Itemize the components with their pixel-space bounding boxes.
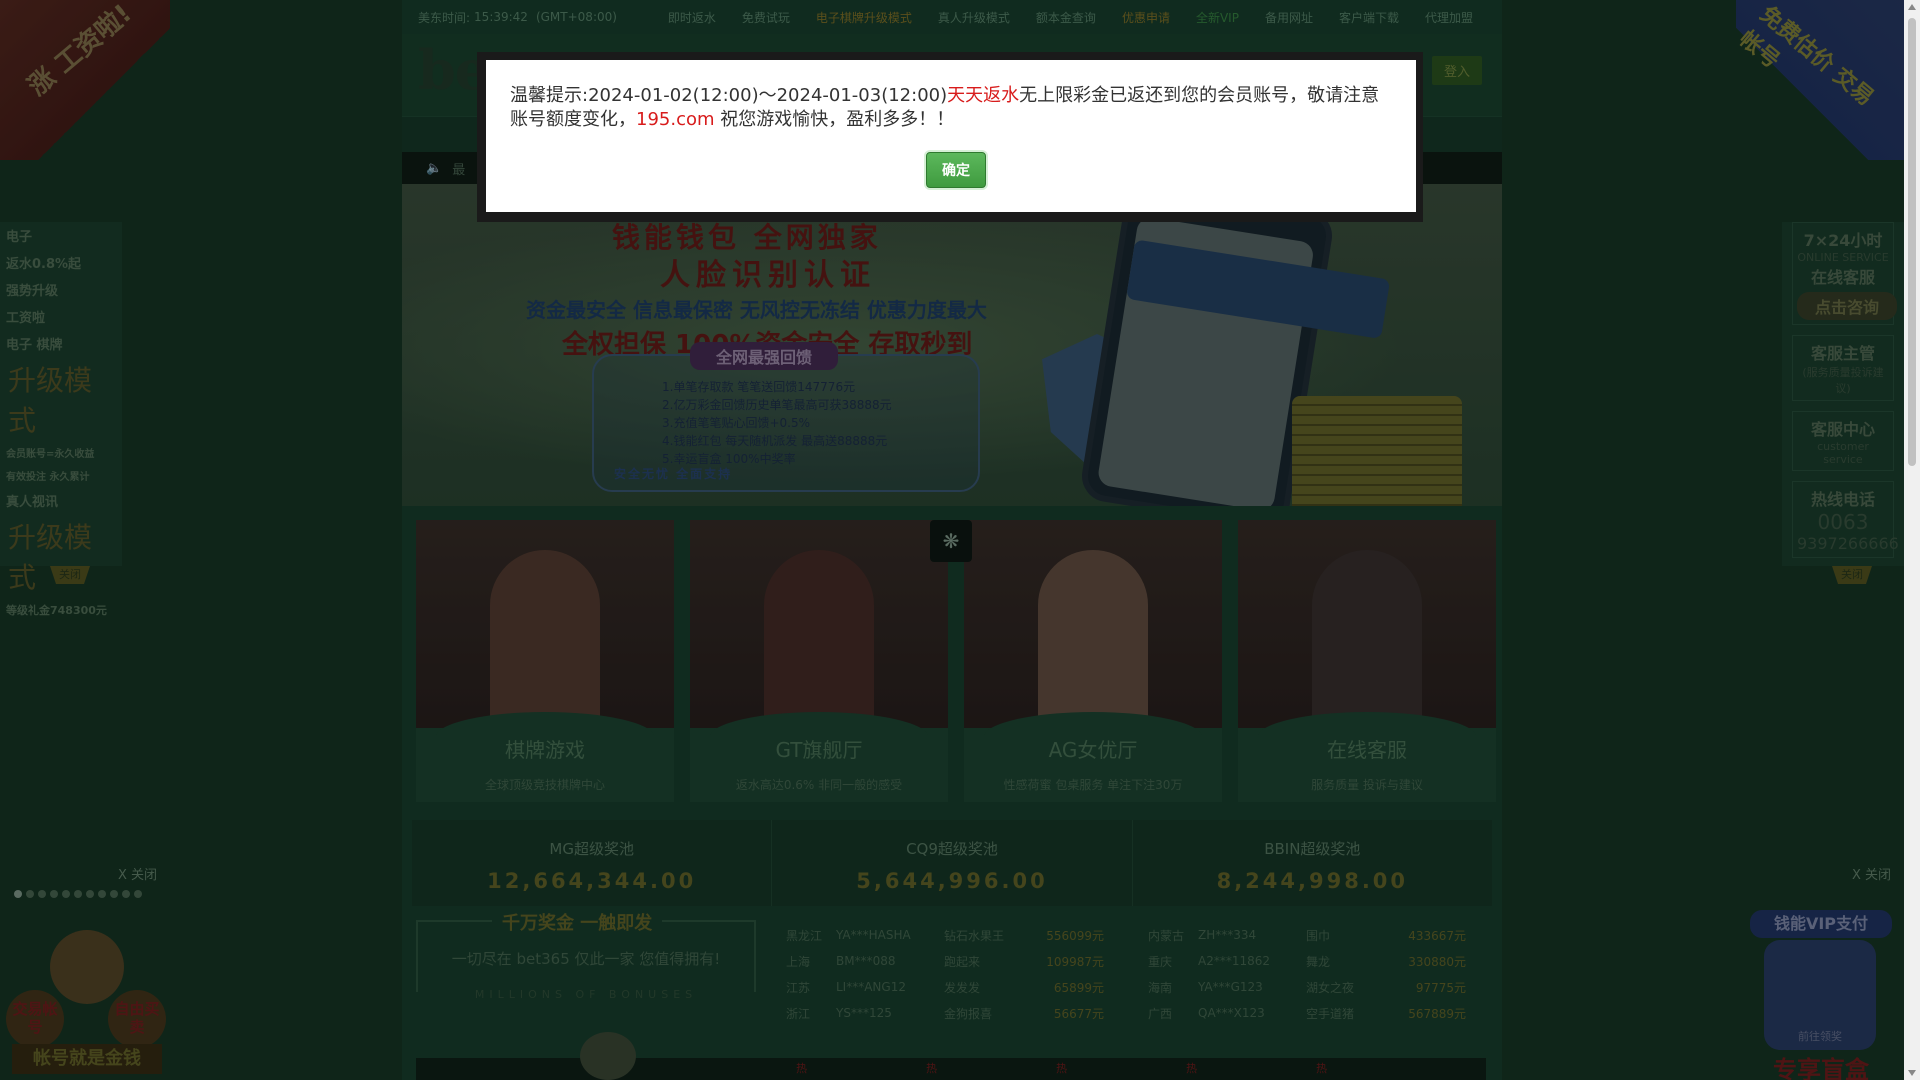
page-scrollbar[interactable]: [1904, 0, 1920, 1080]
scroll-down-icon[interactable]: [1908, 1070, 1916, 1076]
notice-highlight: 天天返水: [947, 85, 1020, 106]
notice-domain: 195.com: [636, 109, 715, 130]
scroll-up-icon[interactable]: [1908, 4, 1916, 10]
notice-period: 2024-01-02(12:00)～2024-01-03(12:00): [588, 85, 948, 106]
notice-message: 温馨提示:2024-01-02(12:00)～2024-01-03(12:00)…: [510, 84, 1392, 132]
scroll-thumb[interactable]: [1908, 18, 1916, 466]
notice-greeting: 祝您游戏愉快，盈利多多！！: [714, 109, 955, 130]
notice-prefix: 温馨提示:: [510, 85, 589, 106]
notice-dialog: 温馨提示:2024-01-02(12:00)～2024-01-03(12:00)…: [486, 60, 1416, 212]
confirm-button[interactable]: 确定: [926, 152, 986, 188]
